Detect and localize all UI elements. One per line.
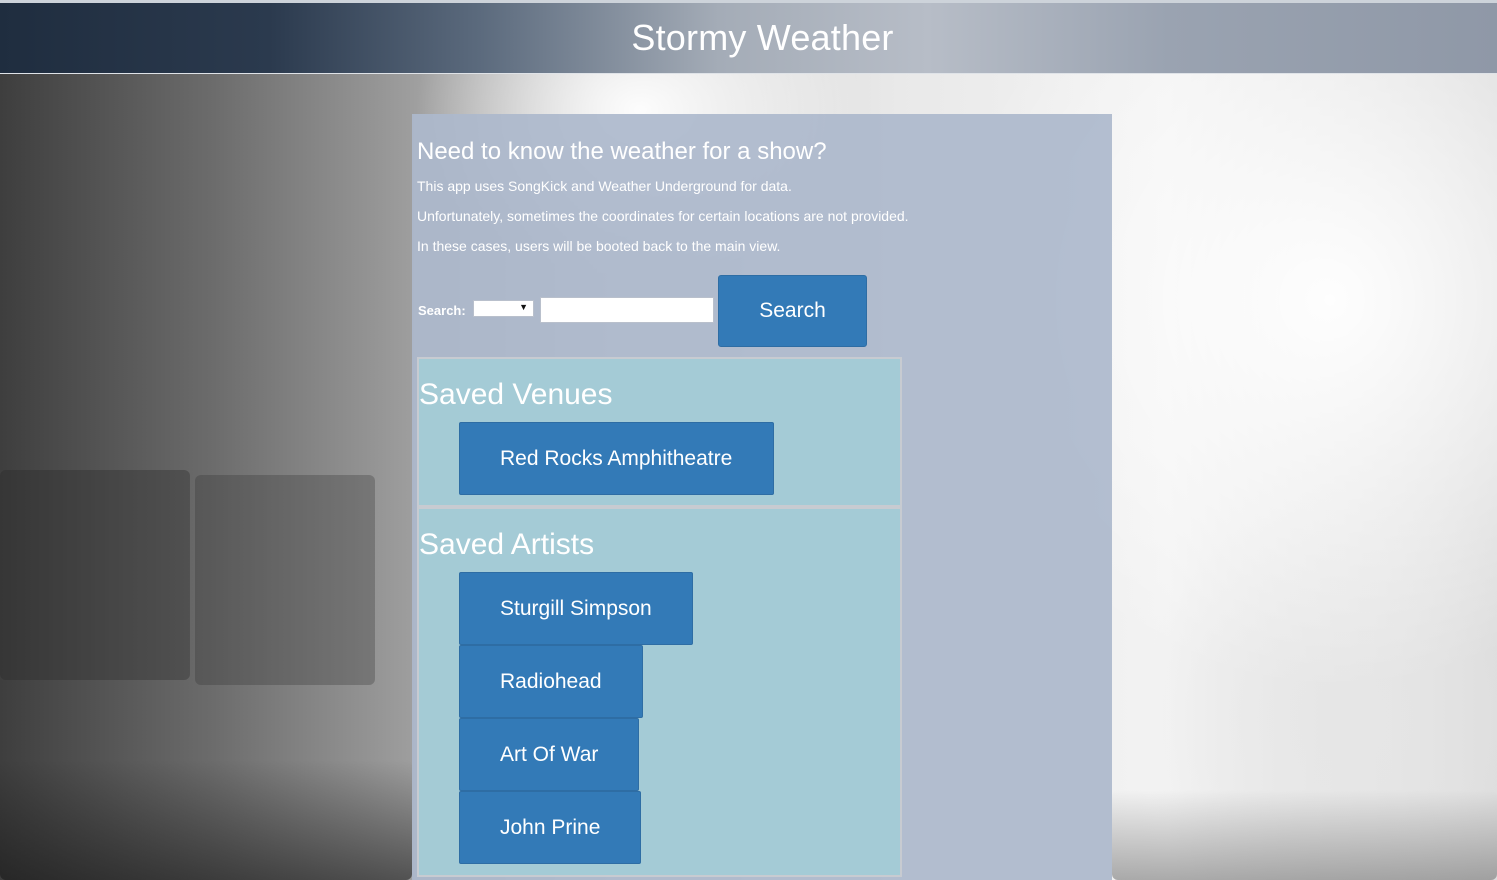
saved-artists-section: Saved Artists Sturgill Simpson Radiohead…	[417, 507, 902, 877]
search-label: Search:	[418, 303, 466, 318]
intro-heading: Need to know the weather for a show?	[417, 138, 827, 165]
background-photo-shape	[195, 475, 375, 685]
background-photo-shape	[0, 470, 190, 680]
intro-line: This app uses SongKick and Weather Under…	[417, 178, 792, 194]
background-photo-shadow	[0, 760, 412, 880]
artist-button-art-of-war[interactable]: Art Of War	[459, 718, 639, 791]
search-input[interactable]	[540, 297, 714, 323]
search-button[interactable]: Search	[718, 275, 867, 347]
search-type-select[interactable]: ▼	[473, 300, 534, 317]
app-header: Stormy Weather	[0, 3, 1497, 74]
venue-button-red-rocks[interactable]: Red Rocks Amphitheatre	[459, 422, 774, 495]
artist-button-radiohead[interactable]: Radiohead	[459, 645, 643, 718]
artist-button-john-prine[interactable]: John Prine	[459, 791, 641, 864]
saved-artists-title: Saved Artists	[419, 528, 595, 561]
main-panel: Need to know the weather for a show? Thi…	[412, 114, 1112, 880]
artist-button-sturgill-simpson[interactable]: Sturgill Simpson	[459, 572, 693, 645]
saved-venues-title: Saved Venues	[419, 378, 613, 411]
intro-line: Unfortunately, sometimes the coordinates…	[417, 208, 909, 224]
background-photo-shadow	[1112, 790, 1497, 880]
intro-line: In these cases, users will be booted bac…	[417, 238, 781, 254]
app-title: Stormy Weather	[631, 17, 894, 58]
dropdown-arrow-icon: ▼	[519, 302, 528, 312]
saved-venues-section: Saved Venues Red Rocks Amphitheatre	[417, 357, 902, 507]
